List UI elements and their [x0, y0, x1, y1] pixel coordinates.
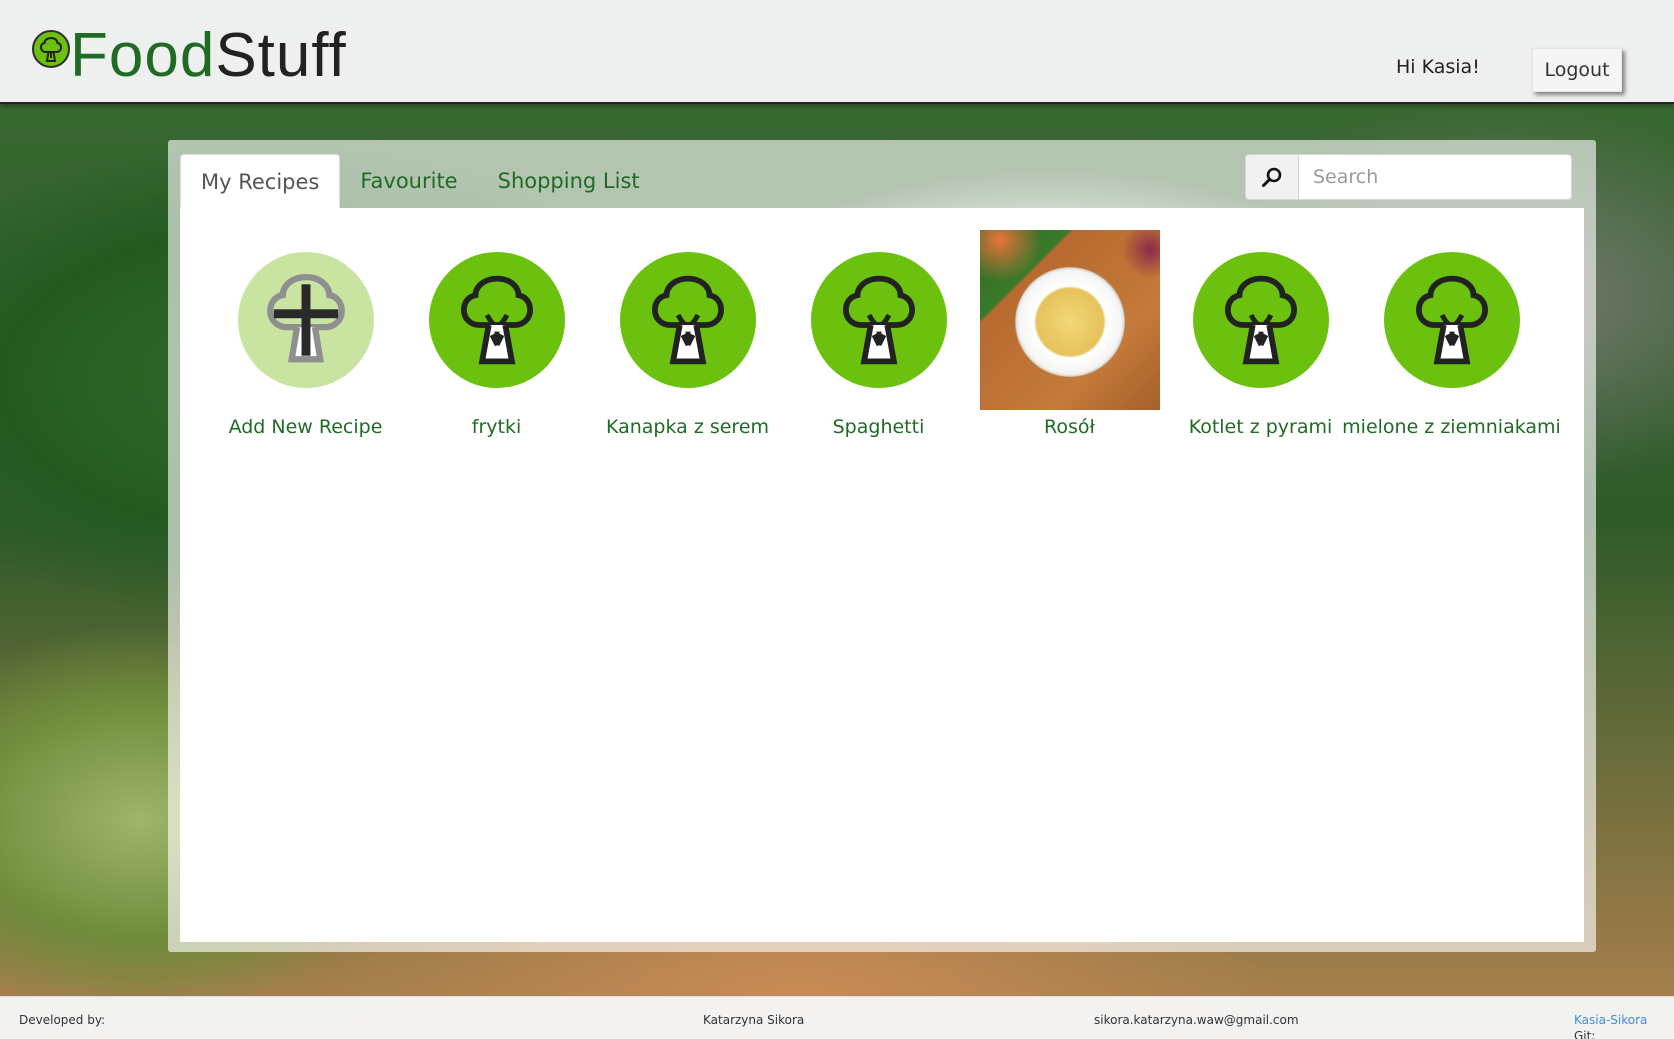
- broccoli-icon: [1383, 252, 1520, 388]
- recipe-list: Add New Recipe frytki Kanapka z serem Sp…: [210, 230, 1561, 438]
- broccoli-icon: [810, 252, 947, 388]
- search-bar: [1245, 154, 1572, 200]
- recipe-thumbnail: [598, 230, 778, 410]
- footer-git-link[interactable]: Kasia-Sikora: [1574, 1013, 1647, 1027]
- broccoli-icon: [1192, 252, 1329, 388]
- recipe-card[interactable]: Kotlet z pyrami: [1165, 230, 1356, 438]
- recipe-label: mielone z ziemniakami: [1342, 416, 1561, 438]
- broccoli-icon: [619, 252, 756, 388]
- recipe-label: Kotlet z pyrami: [1188, 416, 1333, 438]
- recipes-content: Add New Recipe frytki Kanapka z serem Sp…: [180, 208, 1584, 942]
- logo[interactable]: FoodStuff: [32, 22, 347, 90]
- recipe-label: Add New Recipe: [228, 416, 383, 438]
- footer-git: Git: Kasia-Sikora: [1574, 1013, 1647, 1039]
- search-icon: [1262, 167, 1282, 187]
- recipe-card[interactable]: frytki: [401, 230, 592, 438]
- recipe-thumbnail: [216, 230, 396, 410]
- recipe-label: frytki: [471, 416, 522, 438]
- recipe-card[interactable]: mielone z ziemniakami: [1342, 230, 1561, 438]
- footer-email: sikora.katarzyna.waw@gmail.com: [1094, 1013, 1299, 1027]
- recipe-label: Spaghetti: [832, 416, 925, 438]
- logo-stuff-text: Stuff: [215, 21, 347, 90]
- footer: Developed by: Katarzyna Sikora sikora.ka…: [0, 996, 1674, 1039]
- add-recipe-icon: [237, 252, 374, 388]
- recipe-label: Kanapka z serem: [605, 416, 770, 438]
- recipe-thumbnail: [979, 230, 1160, 410]
- user-greeting: Hi Kasia!: [1396, 56, 1480, 78]
- recipe-card[interactable]: Rosół: [974, 230, 1165, 438]
- recipe-label: Rosół: [1044, 416, 1095, 438]
- soup-photo: [979, 230, 1160, 410]
- recipe-card[interactable]: Spaghetti: [783, 230, 974, 438]
- recipes-panel: My Recipes Favourite Shopping List Searc…: [168, 140, 1596, 952]
- broccoli-icon: [428, 252, 565, 388]
- top-bar: FoodStuff Hi Kasia! Logout: [0, 0, 1674, 104]
- recipe-thumbnail: [1362, 230, 1542, 410]
- app-title: FoodStuff: [70, 22, 347, 90]
- footer-author: Katarzyna Sikora: [703, 1013, 805, 1027]
- logo-food-text: Food: [70, 21, 216, 90]
- search-button[interactable]: [1245, 154, 1299, 200]
- logout-button[interactable]: Logout: [1532, 48, 1622, 92]
- search-input[interactable]: [1299, 154, 1572, 200]
- recipe-card[interactable]: Kanapka z serem: [592, 230, 783, 438]
- footer-developed-by: Developed by:: [19, 1013, 106, 1027]
- recipe-thumbnail: [1171, 230, 1351, 410]
- footer-git-label: Git:: [1574, 1029, 1596, 1039]
- tab-my-recipes[interactable]: My Recipes: [180, 154, 341, 208]
- tab-bar: My Recipes Favourite Shopping List: [180, 154, 660, 208]
- tab-shopping-list[interactable]: Shopping List: [478, 154, 660, 208]
- recipe-thumbnail: [789, 230, 969, 410]
- add-new-recipe-card[interactable]: Add New Recipe: [210, 230, 401, 438]
- broccoli-logo-icon: [32, 30, 70, 68]
- tab-favourite[interactable]: Favourite: [340, 154, 477, 208]
- recipe-thumbnail: [407, 230, 587, 410]
